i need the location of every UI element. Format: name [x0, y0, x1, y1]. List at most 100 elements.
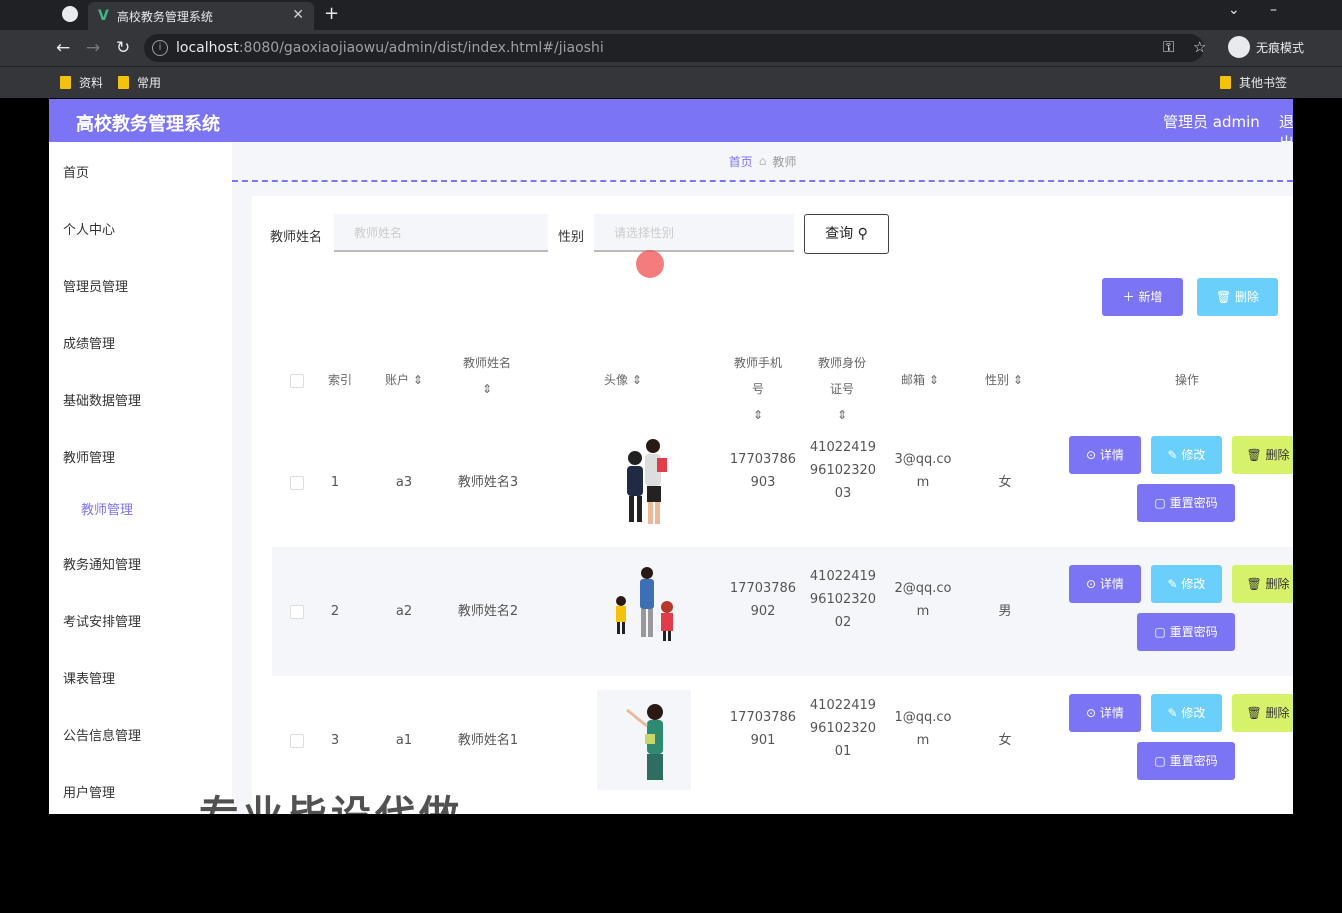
main-content: 首页 ⌂ 教师 教师姓名 教师姓名 性别 请选择性别 查询 ⚲ ＋ 新增 🗑 删… [232, 142, 1293, 814]
info-icon[interactable]: i [152, 40, 168, 56]
url-input[interactable]: i localhost:8080/gaoxiaojiaowu/admin/dis… [144, 34, 1204, 62]
cell-email-line1: 3@qq.co [894, 452, 952, 467]
chevron-down-icon[interactable]: ⌄ [1228, 2, 1240, 18]
breadcrumb-home[interactable]: 首页 [729, 153, 753, 170]
row-checkbox[interactable] [290, 734, 304, 748]
app-frame: 高校教务管理系统 管理员 admin 退出登录 首页 个人中心 管理员管理 成绩… [49, 99, 1293, 814]
cell-gender: 男 [998, 604, 1012, 619]
name-filter-label: 教师姓名 [270, 230, 323, 245]
cell-account: a2 [395, 604, 413, 619]
other-bookmarks[interactable]: 其他书签 [1220, 74, 1287, 91]
star-icon[interactable]: ☆ [1193, 38, 1206, 56]
sidebar-item-teachers[interactable]: 教师管理 [63, 447, 115, 466]
breadcrumb-current: 教师 [772, 154, 797, 169]
profile-button[interactable]: 无痕模式 [1228, 36, 1304, 58]
select-all-checkbox[interactable] [290, 374, 304, 388]
delete-label: 删除 [1265, 706, 1290, 720]
cell-index: 3 [330, 733, 340, 748]
detail-button[interactable]: ⊙ 详情 [1069, 694, 1141, 732]
cell-idcard: 41022419 96102320 03 [808, 436, 878, 505]
sidebar: 首页 个人中心 管理员管理 成绩管理 基础数据管理 教师管理 教师管理 教务通知… [49, 142, 232, 814]
detail-button[interactable]: ⊙ 详情 [1069, 436, 1141, 474]
header-avatar-label: 头像 [604, 373, 629, 387]
browser-tab[interactable]: V 高校教务管理系统 ✕ [88, 2, 314, 30]
reset-password-button[interactable]: ▢ 重置密码 [1137, 484, 1235, 522]
header-name[interactable]: 教师姓名 ⇕ [452, 350, 522, 402]
sidebar-item-notices[interactable]: 教务通知管理 [63, 554, 141, 573]
table-row: 1 a3 教师姓名3 17703786 903 41022419 96102320 0… [272, 418, 1293, 547]
header-phone[interactable]: 教师手机号 ⇕ [726, 350, 790, 428]
watermark-text: 专业毕设代做 [199, 783, 463, 814]
cell-email: 1@qq.co m [888, 706, 958, 752]
delete-button[interactable]: 🗑 删除 [1232, 436, 1293, 474]
new-tab-button[interactable]: + [324, 3, 339, 24]
globe-icon [62, 6, 78, 22]
add-button[interactable]: ＋ 新增 [1102, 278, 1183, 316]
folder-icon [60, 76, 71, 89]
cell-name: 教师姓名1 [457, 733, 519, 748]
cell-index: 1 [330, 475, 340, 490]
batch-delete-label: 删除 [1235, 290, 1260, 304]
header-idcard[interactable]: 教师身份证号 ⇕ [810, 350, 874, 428]
table-row: 2 a2 教师姓名2 17703786 902 41022419 96102320 0… [272, 547, 1293, 676]
forward-icon[interactable]: → [86, 38, 100, 58]
delete-button[interactable]: 🗑 删除 [1232, 694, 1293, 732]
gender-select[interactable]: 请选择性别 [594, 214, 794, 252]
query-button[interactable]: 查询 ⚲ [804, 214, 889, 254]
reset-password-label: 重置密码 [1169, 496, 1218, 510]
bookmark-item[interactable]: 资料 [60, 74, 103, 91]
edit-button[interactable]: ✎ 修改 [1151, 694, 1222, 732]
cell-idcard-line1: 41022419 [809, 440, 877, 455]
header-gender[interactable]: 性别 ⇕ [976, 367, 1032, 393]
sidebar-item-users[interactable]: 用户管理 [63, 782, 115, 801]
sidebar-item-grades[interactable]: 成绩管理 [63, 333, 115, 352]
screen-border-right [1293, 99, 1342, 913]
profile-label: 无痕模式 [1256, 40, 1305, 55]
browser-tab-bar: V 高校教务管理系统 ✕ + ⌄ – [0, 0, 1342, 30]
edit-button[interactable]: ✎ 修改 [1151, 565, 1222, 603]
sidebar-subitem-teachers[interactable]: 教师管理 [81, 499, 133, 518]
key-icon[interactable]: ⚿ [1163, 38, 1174, 56]
header-account[interactable]: 账户 ⇕ [374, 367, 434, 393]
sidebar-item-exams[interactable]: 考试安排管理 [63, 611, 141, 630]
add-label: 新增 [1138, 290, 1163, 304]
cell-email-line2: m [916, 604, 930, 619]
row-checkbox[interactable] [290, 605, 304, 619]
sidebar-item-home[interactable]: 首页 [63, 162, 89, 181]
close-tab-icon[interactable]: ✕ [292, 7, 304, 23]
address-bar-row: ← → ↻ i localhost:8080/gaoxiaojiaowu/adm… [0, 30, 1342, 66]
cell-account: a3 [395, 475, 413, 490]
detail-button[interactable]: ⊙ 详情 [1069, 565, 1141, 603]
detail-label: 详情 [1099, 577, 1124, 591]
batch-delete-button[interactable]: 🗑 删除 [1197, 278, 1278, 316]
header-index: 索引 [327, 373, 352, 387]
row-checkbox[interactable] [290, 476, 304, 490]
cell-email: 2@qq.co m [888, 577, 958, 623]
cell-idcard: 41022419 96102320 02 [808, 565, 878, 634]
bookmark-label: 资料 [79, 76, 104, 90]
sidebar-item-admins[interactable]: 管理员管理 [63, 276, 128, 295]
header-email[interactable]: 邮箱 ⇕ [892, 367, 948, 393]
cell-index: 2 [330, 604, 340, 619]
detail-label: 详情 [1099, 706, 1124, 720]
delete-button[interactable]: 🗑 删除 [1232, 565, 1293, 603]
bookmark-item[interactable]: 常用 [118, 74, 161, 91]
sidebar-item-profile[interactable]: 个人中心 [63, 219, 115, 238]
back-icon[interactable]: ← [56, 38, 70, 58]
sidebar-item-schedule[interactable]: 课表管理 [63, 668, 115, 687]
minimize-button[interactable]: – [1270, 2, 1277, 18]
tab-title: 高校教务管理系统 [116, 9, 213, 24]
reset-password-button[interactable]: ▢ 重置密码 [1137, 742, 1235, 780]
edit-button[interactable]: ✎ 修改 [1151, 436, 1222, 474]
sidebar-item-announcements[interactable]: 公告信息管理 [63, 725, 141, 744]
sidebar-item-basic-data[interactable]: 基础数据管理 [63, 390, 141, 409]
teacher-avatar-image [597, 561, 691, 661]
header-avatar[interactable]: 头像 ⇕ [588, 367, 658, 393]
reload-icon[interactable]: ↻ [116, 38, 130, 58]
bookmark-label: 常用 [137, 76, 162, 90]
reset-password-button[interactable]: ▢ 重置密码 [1137, 613, 1235, 651]
incognito-icon [1228, 36, 1250, 58]
cell-idcard: 41022419 96102320 01 [808, 694, 878, 763]
teacher-name-input[interactable]: 教师姓名 [334, 214, 548, 252]
cell-gender: 女 [998, 733, 1012, 748]
